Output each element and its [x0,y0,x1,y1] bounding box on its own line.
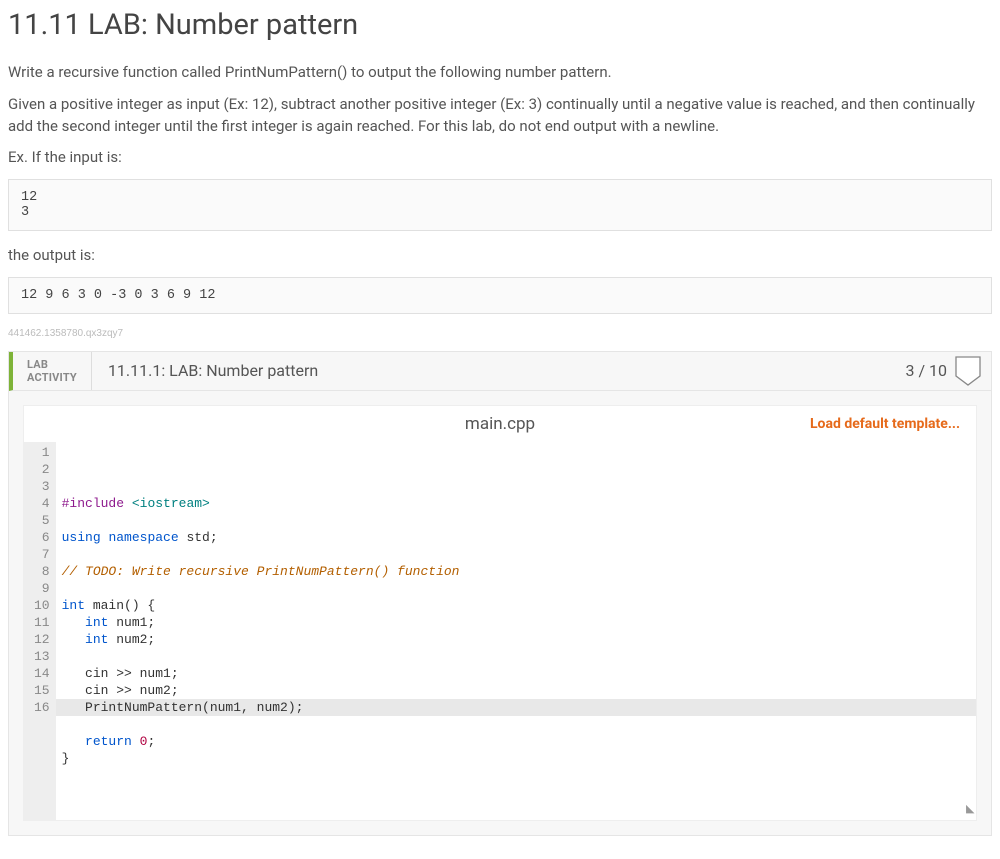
code-editor[interactable]: 1 2 3 4 5 6 7 8 9 10 11 12 13 14 15 16 #… [24,442,976,820]
code-content: #include <iostream> using namespace std;… [62,495,976,767]
hash-id: 441462.1358780.qx3zqy7 [8,328,992,339]
page-title: 11.11 LAB: Number pattern [8,8,992,42]
lab-activity-label: LAB ACTIVITY [13,352,92,390]
resize-handle-icon[interactable]: ◢ [966,801,974,818]
file-bar: main.cpp Load default template... [24,406,976,442]
ex-output-label: the output is: [8,245,992,267]
code-area[interactable]: #include <iostream> using namespace std;… [56,442,976,820]
lab-container: LAB ACTIVITY 11.11.1: LAB: Number patter… [8,351,992,836]
shield-icon [955,356,981,386]
ex-input-label: Ex. If the input is: [8,147,992,169]
lab-score-value: 3 / 10 [905,361,947,380]
lab-header: LAB ACTIVITY 11.11.1: LAB: Number patter… [9,352,991,391]
load-template-link[interactable]: Load default template... [810,416,960,432]
filename: main.cpp [465,414,535,434]
line-number-gutter: 1 2 3 4 5 6 7 8 9 10 11 12 13 14 15 16 [24,442,56,820]
lab-title: 11.11.1: LAB: Number pattern [92,352,896,390]
ex-output-block: 12 9 6 3 0 -3 0 3 6 9 12 [8,277,992,314]
lab-score: 3 / 10 [895,352,991,390]
lab-activity-line1: LAB [27,358,77,371]
intro-paragraph-1: Write a recursive function called PrintN… [8,62,992,84]
lab-activity-line2: ACTIVITY [27,371,77,384]
ex-input-block: 12 3 [8,179,992,231]
editor-panel: main.cpp Load default template... 1 2 3 … [23,405,977,821]
intro-paragraph-2: Given a positive integer as input (Ex: 1… [8,94,992,138]
